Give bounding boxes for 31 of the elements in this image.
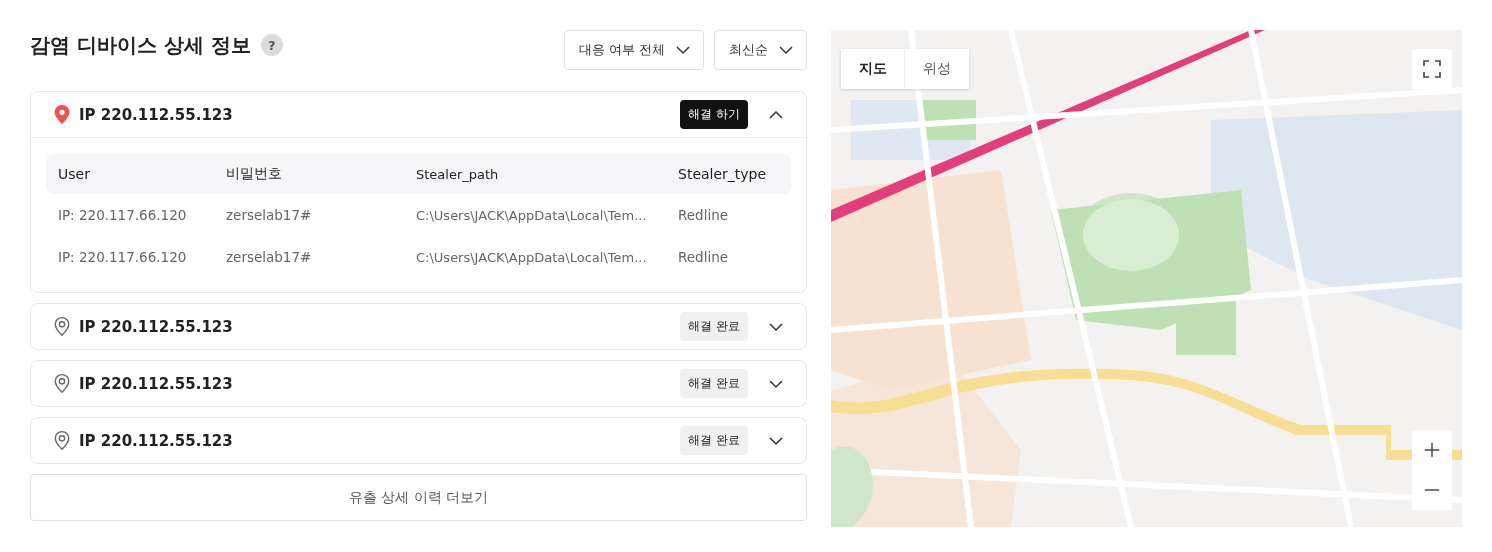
ip-address: IP 220.112.55.123 [79, 374, 234, 393]
table-cell-text: zerselab17# [226, 207, 313, 223]
resolve-button[interactable]: 해결 완료 [680, 369, 748, 398]
column-header: Stealer_path [416, 166, 500, 182]
table-cell-text: zerselab17# [226, 249, 313, 265]
resolve-button[interactable]: 해결 완료 [680, 426, 748, 455]
section-title: 감염 디바이스 상세 정보 [30, 31, 251, 59]
column-header: 비밀번호 [226, 165, 283, 183]
load-more-button[interactable]: 유출 상세 이력 더보기 [30, 474, 807, 521]
table-cell-text: Redline [678, 207, 729, 223]
fullscreen-button[interactable] [1412, 49, 1452, 89]
dropdown[interactable]: 대응 여부 전체 [563, 30, 704, 70]
column-header: Stealer_type [678, 166, 768, 182]
fullscreen-icon [1422, 59, 1442, 79]
table-cell-text: Redline [678, 249, 729, 265]
resolve-button[interactable]: 해결 하기 [680, 100, 748, 129]
column-header: User [58, 166, 91, 182]
resolve-button[interactable]: 해결 완료 [680, 312, 748, 341]
table-cell-text: IP: 220.117.66.120 [58, 249, 188, 265]
ip-address: IP 220.112.55.123 [79, 431, 234, 450]
table-cell-text: IP: 220.117.66.120 [58, 207, 188, 223]
map-type-tab[interactable]: 위성 [905, 49, 969, 89]
map-type-tab[interactable]: 지도 [841, 49, 905, 89]
table-cell-text: C:\Users\JACK\AppData\Local\Tem... [416, 249, 648, 265]
dropdown[interactable]: 최신순 [714, 30, 807, 70]
ip-address: IP 220.112.55.123 [79, 317, 234, 336]
table-cell-text: C:\Users\JACK\AppData\Local\Tem... [416, 207, 648, 223]
help-button[interactable]: ? [260, 34, 283, 56]
ip-address: IP 220.112.55.123 [79, 105, 234, 124]
plus-icon [1423, 441, 1441, 459]
minus-icon [1423, 488, 1441, 492]
